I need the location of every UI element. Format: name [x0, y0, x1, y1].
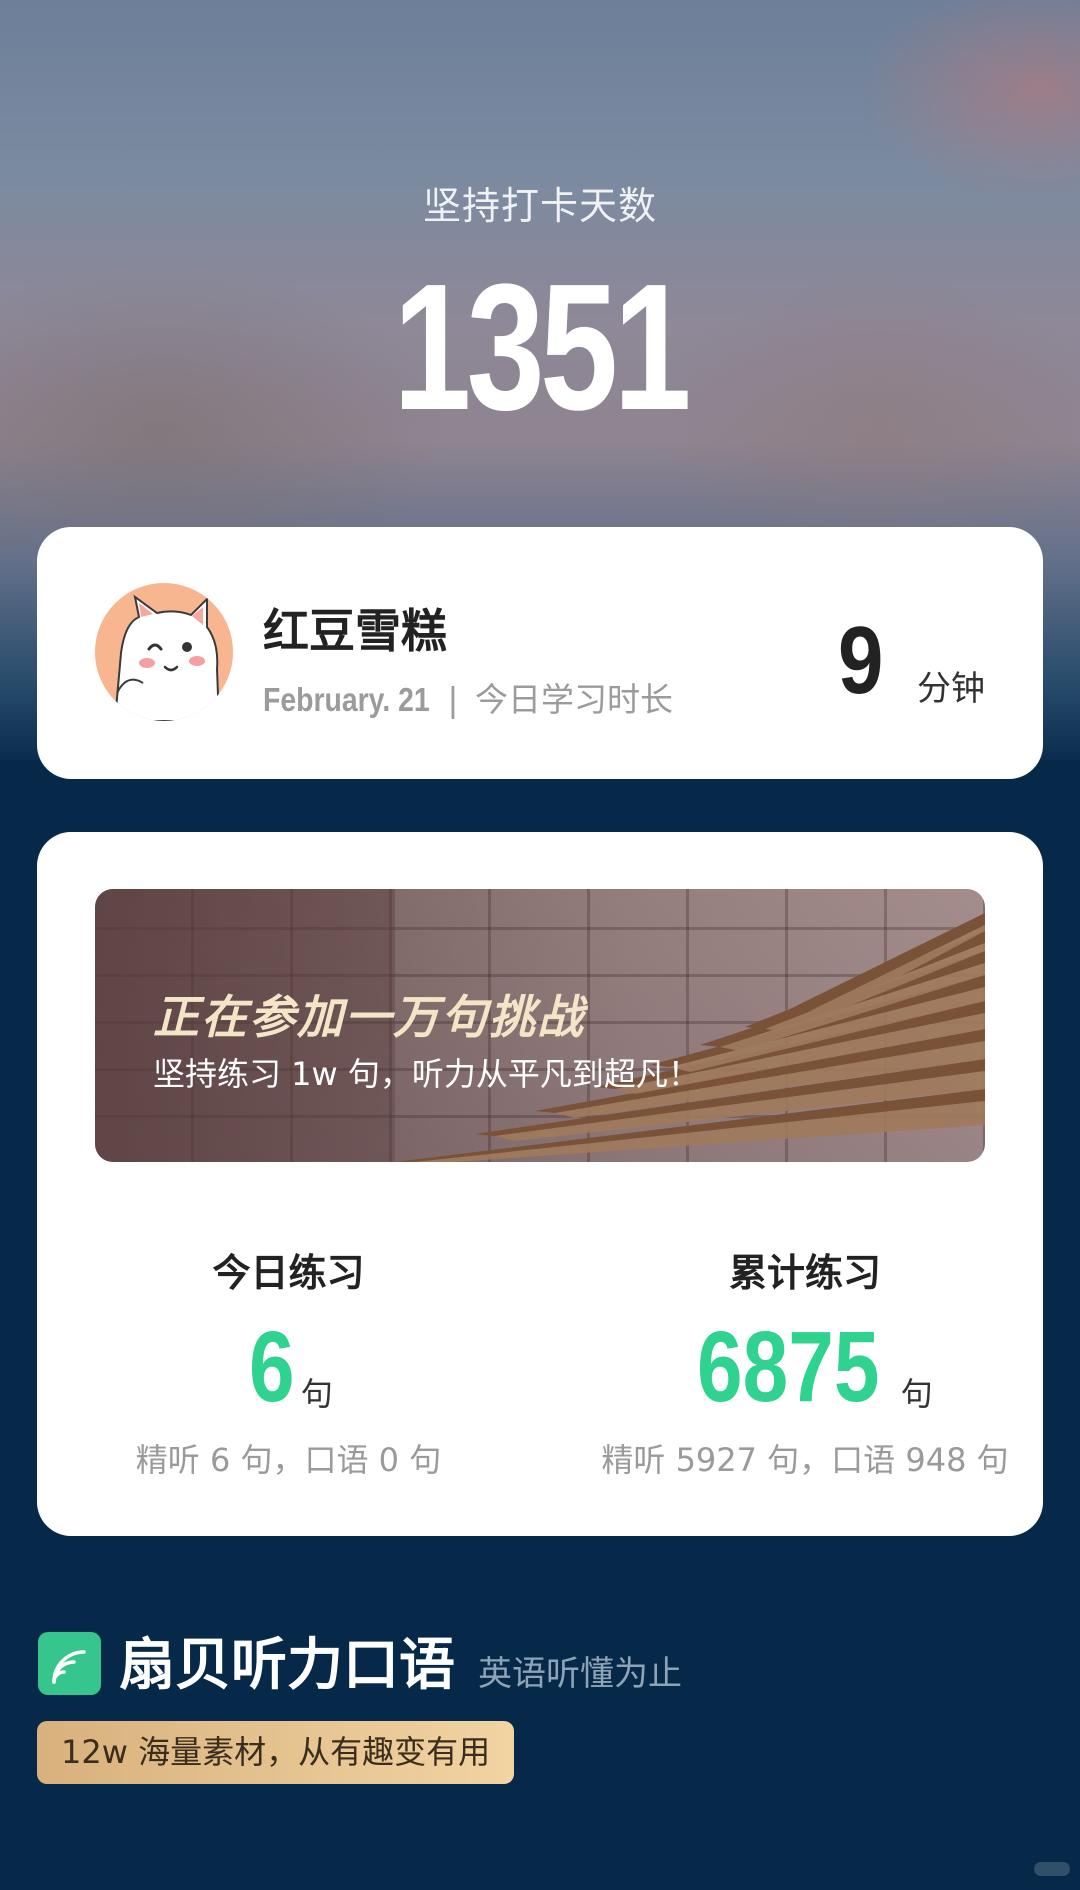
total-practice-value: 6875: [697, 1311, 880, 1423]
streak-label: 坚持打卡天数: [422, 184, 657, 228]
avatar[interactable]: [95, 583, 233, 721]
banner-subtitle: 坚持练习 1w 句，听力从平凡到超凡！: [153, 1055, 700, 1093]
practice-card: 正在参加一万句挑战 坚持练习 1w 句，听力从平凡到超凡！ 今日练习 6 句 精…: [37, 832, 1043, 1536]
separator: |: [447, 680, 459, 719]
app-tagline-badge: 12w 海量素材，从有趣变有用: [37, 1721, 515, 1784]
watermark: [1034, 1862, 1070, 1876]
total-practice-title: 累计练习: [728, 1251, 881, 1295]
cat-avatar-icon: [95, 583, 233, 721]
minutes-unit: 分钟: [917, 669, 985, 709]
study-minutes: 9: [838, 607, 884, 714]
user-name: 红豆雪糕: [263, 604, 447, 658]
total-practice-value-row: 6875 句: [547, 1311, 1063, 1423]
today-practice-detail: 精听 6 句，口语 0 句: [135, 1441, 442, 1479]
app-slogan: 英语听懂为止: [478, 1654, 682, 1694]
challenge-banner[interactable]: 正在参加一万句挑战 坚持练习 1w 句，听力从平凡到超凡！: [95, 889, 985, 1162]
user-subline: February. 21 | 今日学习时长: [263, 673, 673, 721]
today-practice-title: 今日练习: [212, 1251, 365, 1295]
banner-title: 正在参加一万句挑战: [153, 990, 585, 1044]
today-practice-value: 6: [249, 1311, 295, 1423]
total-practice-detail: 精听 5927 句，口语 948 句: [601, 1441, 1009, 1479]
app-name: 扇贝听力口语: [119, 1633, 455, 1698]
study-time-label: 今日学习时长: [474, 680, 673, 719]
total-practice: 累计练习 6875 句 精听 5927 句，口语 948 句: [547, 1242, 1063, 1481]
study-date: February. 21: [263, 681, 430, 718]
today-practice-value-row: 6 句: [37, 1311, 540, 1423]
streak-days: 1351: [393, 247, 691, 448]
today-practice-unit: 句: [300, 1375, 333, 1413]
total-practice-unit: 句: [900, 1375, 933, 1413]
today-practice: 今日练习 6 句 精听 6 句，口语 0 句: [37, 1242, 540, 1481]
user-card: 红豆雪糕 February. 21 | 今日学习时长 9 分钟: [37, 527, 1043, 779]
app-logo-icon: [38, 1632, 101, 1695]
